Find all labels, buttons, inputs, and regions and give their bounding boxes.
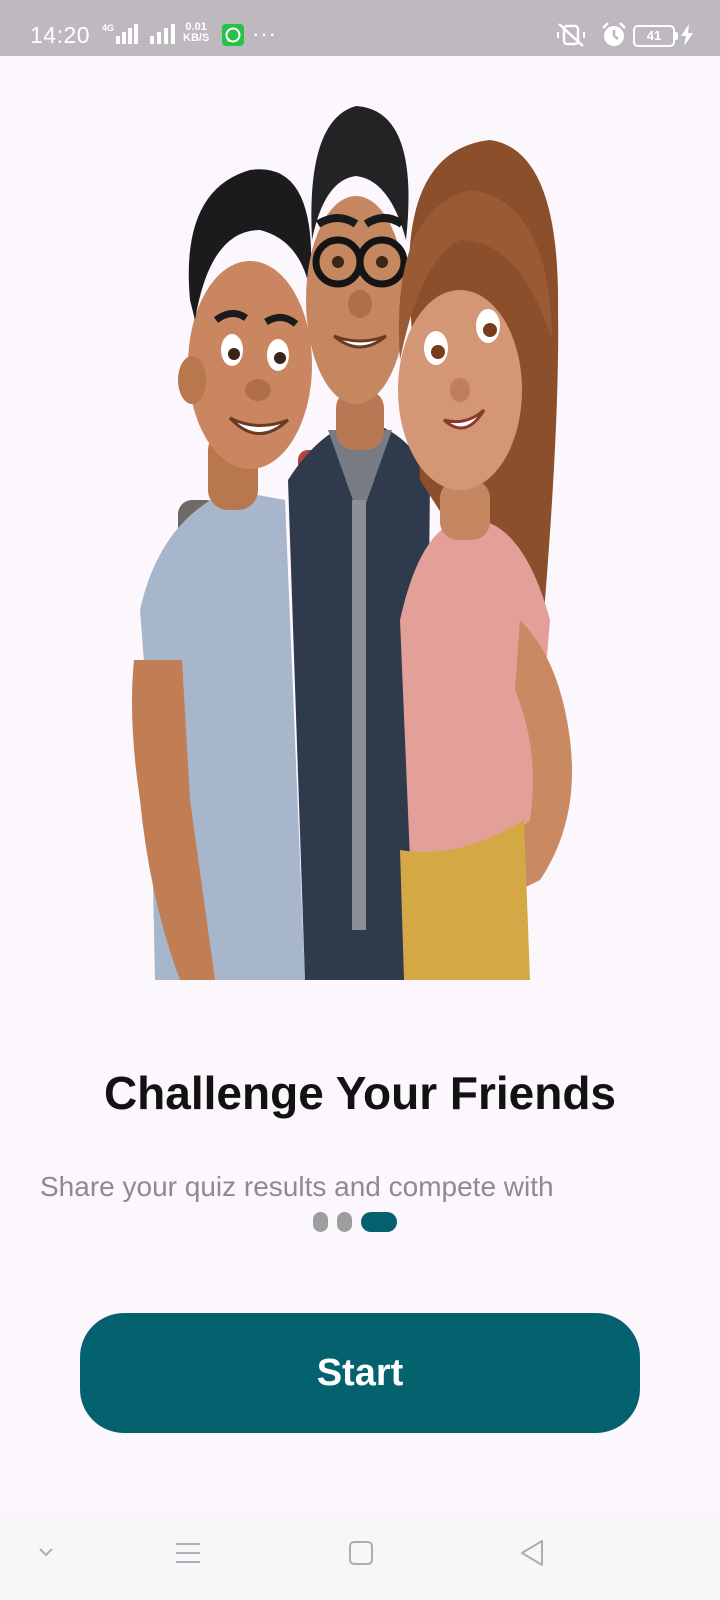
onboarding-subtitle: Share your quiz results and compete with: [40, 1171, 554, 1202]
friend-right-figure: [398, 140, 572, 980]
more-notifications-icon: ···: [252, 21, 277, 46]
friends-illustration: [132, 106, 572, 980]
page-indicator-dot-active[interactable]: [361, 1212, 397, 1232]
page-indicator-dot[interactable]: [337, 1212, 352, 1232]
back-icon[interactable]: [518, 1539, 546, 1567]
signal-icon: 4G: [102, 23, 138, 44]
onboarding-title: Challenge Your Friends: [103, 1067, 617, 1119]
system-navigation-bar: [0, 1512, 720, 1600]
page-indicator: [313, 1212, 397, 1232]
status-time: 14:20: [30, 22, 91, 48]
svg-text:4G: 4G: [102, 23, 114, 33]
charging-icon: [681, 24, 693, 46]
battery-icon: 41: [633, 25, 678, 47]
home-icon[interactable]: [348, 1540, 374, 1566]
network-speed: 0.01 KB/S: [183, 22, 209, 44]
network-speed-unit: KB/S: [183, 32, 210, 44]
chevron-down-icon[interactable]: [36, 1542, 56, 1562]
menu-icon[interactable]: [175, 1540, 201, 1566]
alarm-icon: [602, 22, 626, 46]
whatsapp-icon: [222, 24, 244, 46]
page-indicator-dot[interactable]: [313, 1212, 328, 1232]
friend-left-figure: [132, 169, 312, 980]
signal-icon: [150, 24, 175, 44]
mute-icon: [557, 23, 585, 47]
start-button[interactable]: Start: [80, 1313, 640, 1433]
status-bar: 14:20 4G 0.01 KB/S ··· 41: [0, 0, 720, 56]
